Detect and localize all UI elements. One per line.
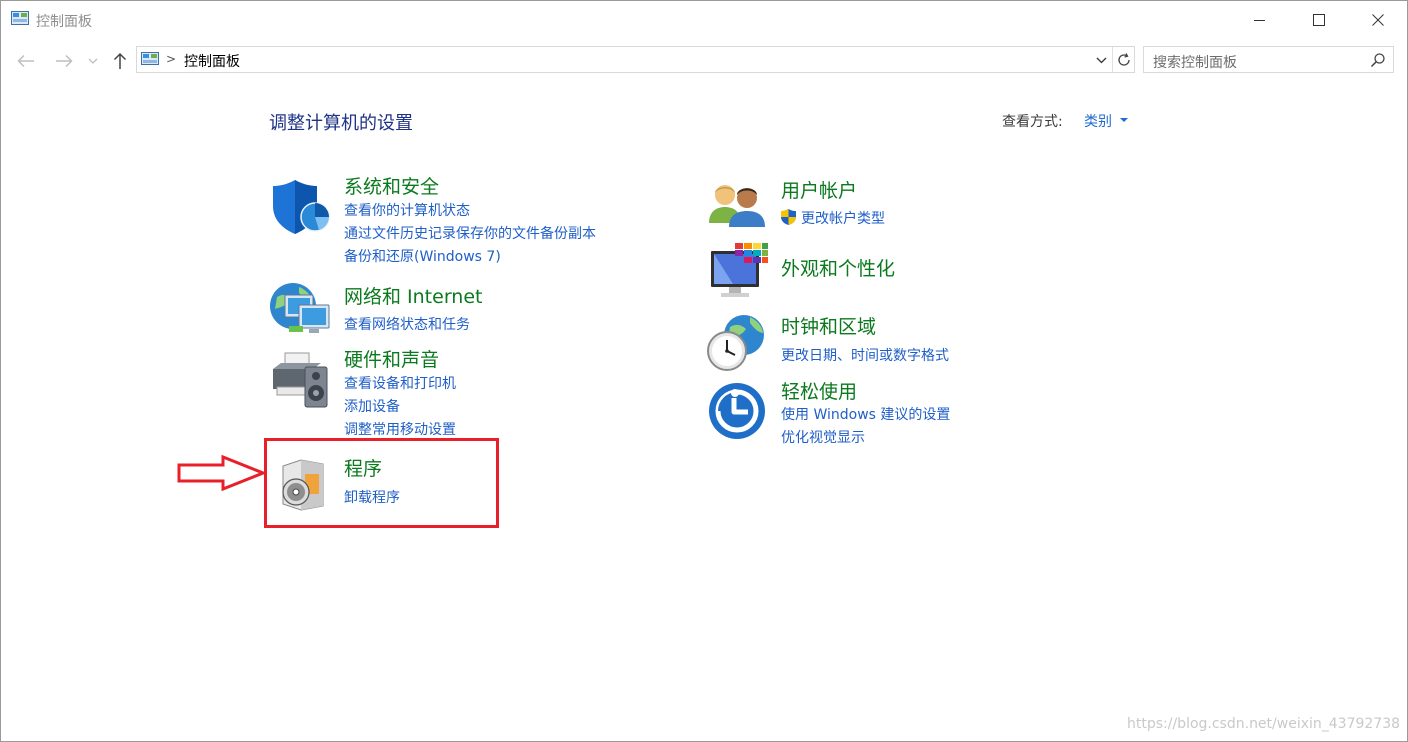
up-arrow-icon xyxy=(113,52,127,69)
view-by-dropdown[interactable]: 类别 xyxy=(1084,111,1112,131)
link-date-time-format[interactable]: 更改日期、时间或数字格式 xyxy=(781,345,949,365)
category-hardware-sound[interactable]: 硬件和声音 xyxy=(344,345,439,372)
chevron-down-icon xyxy=(88,58,98,64)
ease-of-access-icon[interactable] xyxy=(708,382,766,440)
recent-locations-button[interactable] xyxy=(85,50,101,72)
link-recommended-settings[interactable]: 使用 Windows 建议的设置 xyxy=(781,404,950,424)
breadcrumb-separator-icon: > xyxy=(166,52,177,66)
forward-button[interactable] xyxy=(53,50,75,72)
maximize-button[interactable] xyxy=(1296,1,1342,39)
link-network-status[interactable]: 查看网络状态和任务 xyxy=(344,314,470,334)
up-button[interactable] xyxy=(109,50,131,72)
link-view-computer-status[interactable]: 查看你的计算机状态 xyxy=(344,200,470,220)
maximize-icon xyxy=(1313,14,1325,26)
monitor-palette-icon[interactable] xyxy=(709,243,769,301)
forward-arrow-icon xyxy=(56,54,73,68)
link-add-device[interactable]: 添加设备 xyxy=(344,396,400,416)
category-network-internet[interactable]: 网络和 Internet xyxy=(344,282,482,309)
window-title: 控制面板 xyxy=(36,14,92,30)
link-devices-printers[interactable]: 查看设备和打印机 xyxy=(344,373,456,393)
category-ease-of-access[interactable]: 轻松使用 xyxy=(781,377,857,404)
annotation-highlight-box xyxy=(264,438,499,528)
refresh-button[interactable] xyxy=(1112,47,1135,72)
chevron-down-icon xyxy=(1096,57,1106,63)
category-system-security[interactable]: 系统和安全 xyxy=(344,172,439,199)
clock-globe-icon[interactable] xyxy=(706,313,768,373)
link-file-history[interactable]: 通过文件历史记录保存你的文件备份副本 xyxy=(344,223,596,243)
link-change-account-type[interactable]: 更改帐户类型 xyxy=(801,208,885,228)
back-button[interactable] xyxy=(15,50,37,72)
close-icon xyxy=(1372,14,1384,26)
search-placeholder: 搜索控制面板 xyxy=(1153,55,1237,71)
annotation-arrow-icon xyxy=(177,455,265,491)
address-bar[interactable]: > 控制面板 xyxy=(136,46,1135,73)
refresh-icon xyxy=(1118,52,1130,66)
search-box[interactable]: 搜索控制面板 xyxy=(1143,46,1394,73)
address-dropdown-button[interactable] xyxy=(1091,51,1111,69)
back-arrow-icon xyxy=(17,54,34,68)
close-button[interactable] xyxy=(1355,1,1401,39)
title-bar: 控制面板 xyxy=(1,1,1407,39)
minimize-button[interactable] xyxy=(1237,1,1283,39)
control-panel-window: 控制面板 > 控制面板 搜索控制面板 调整计算机的设置 查看方式: 类别 系统和… xyxy=(0,0,1408,742)
category-user-accounts[interactable]: 用户帐户 xyxy=(781,176,857,203)
printer-speaker-icon[interactable] xyxy=(271,351,331,411)
category-clock-region[interactable]: 时钟和区域 xyxy=(781,312,876,339)
link-backup-restore[interactable]: 备份和还原(Windows 7) xyxy=(344,246,501,266)
minimize-icon xyxy=(1254,20,1265,21)
uac-shield-icon xyxy=(781,209,796,225)
link-optimize-display[interactable]: 优化视觉显示 xyxy=(781,427,865,447)
users-icon[interactable] xyxy=(709,181,767,229)
view-by-label: 查看方式: xyxy=(1002,114,1063,130)
watermark-text: https://blog.csdn.net/weixin_43792738 xyxy=(1127,716,1401,732)
category-appearance[interactable]: 外观和个性化 xyxy=(781,254,895,281)
caret-down-icon[interactable] xyxy=(1120,118,1128,122)
network-globe-icon[interactable] xyxy=(269,279,333,337)
control-panel-icon xyxy=(11,11,29,25)
link-mobility-settings[interactable]: 调整常用移动设置 xyxy=(344,419,456,439)
search-icon[interactable] xyxy=(1370,52,1386,68)
shield-icon[interactable] xyxy=(271,178,331,236)
breadcrumb-item[interactable]: 控制面板 xyxy=(184,51,240,71)
page-title: 调整计算机的设置 xyxy=(269,113,413,134)
control-panel-icon xyxy=(141,52,159,65)
